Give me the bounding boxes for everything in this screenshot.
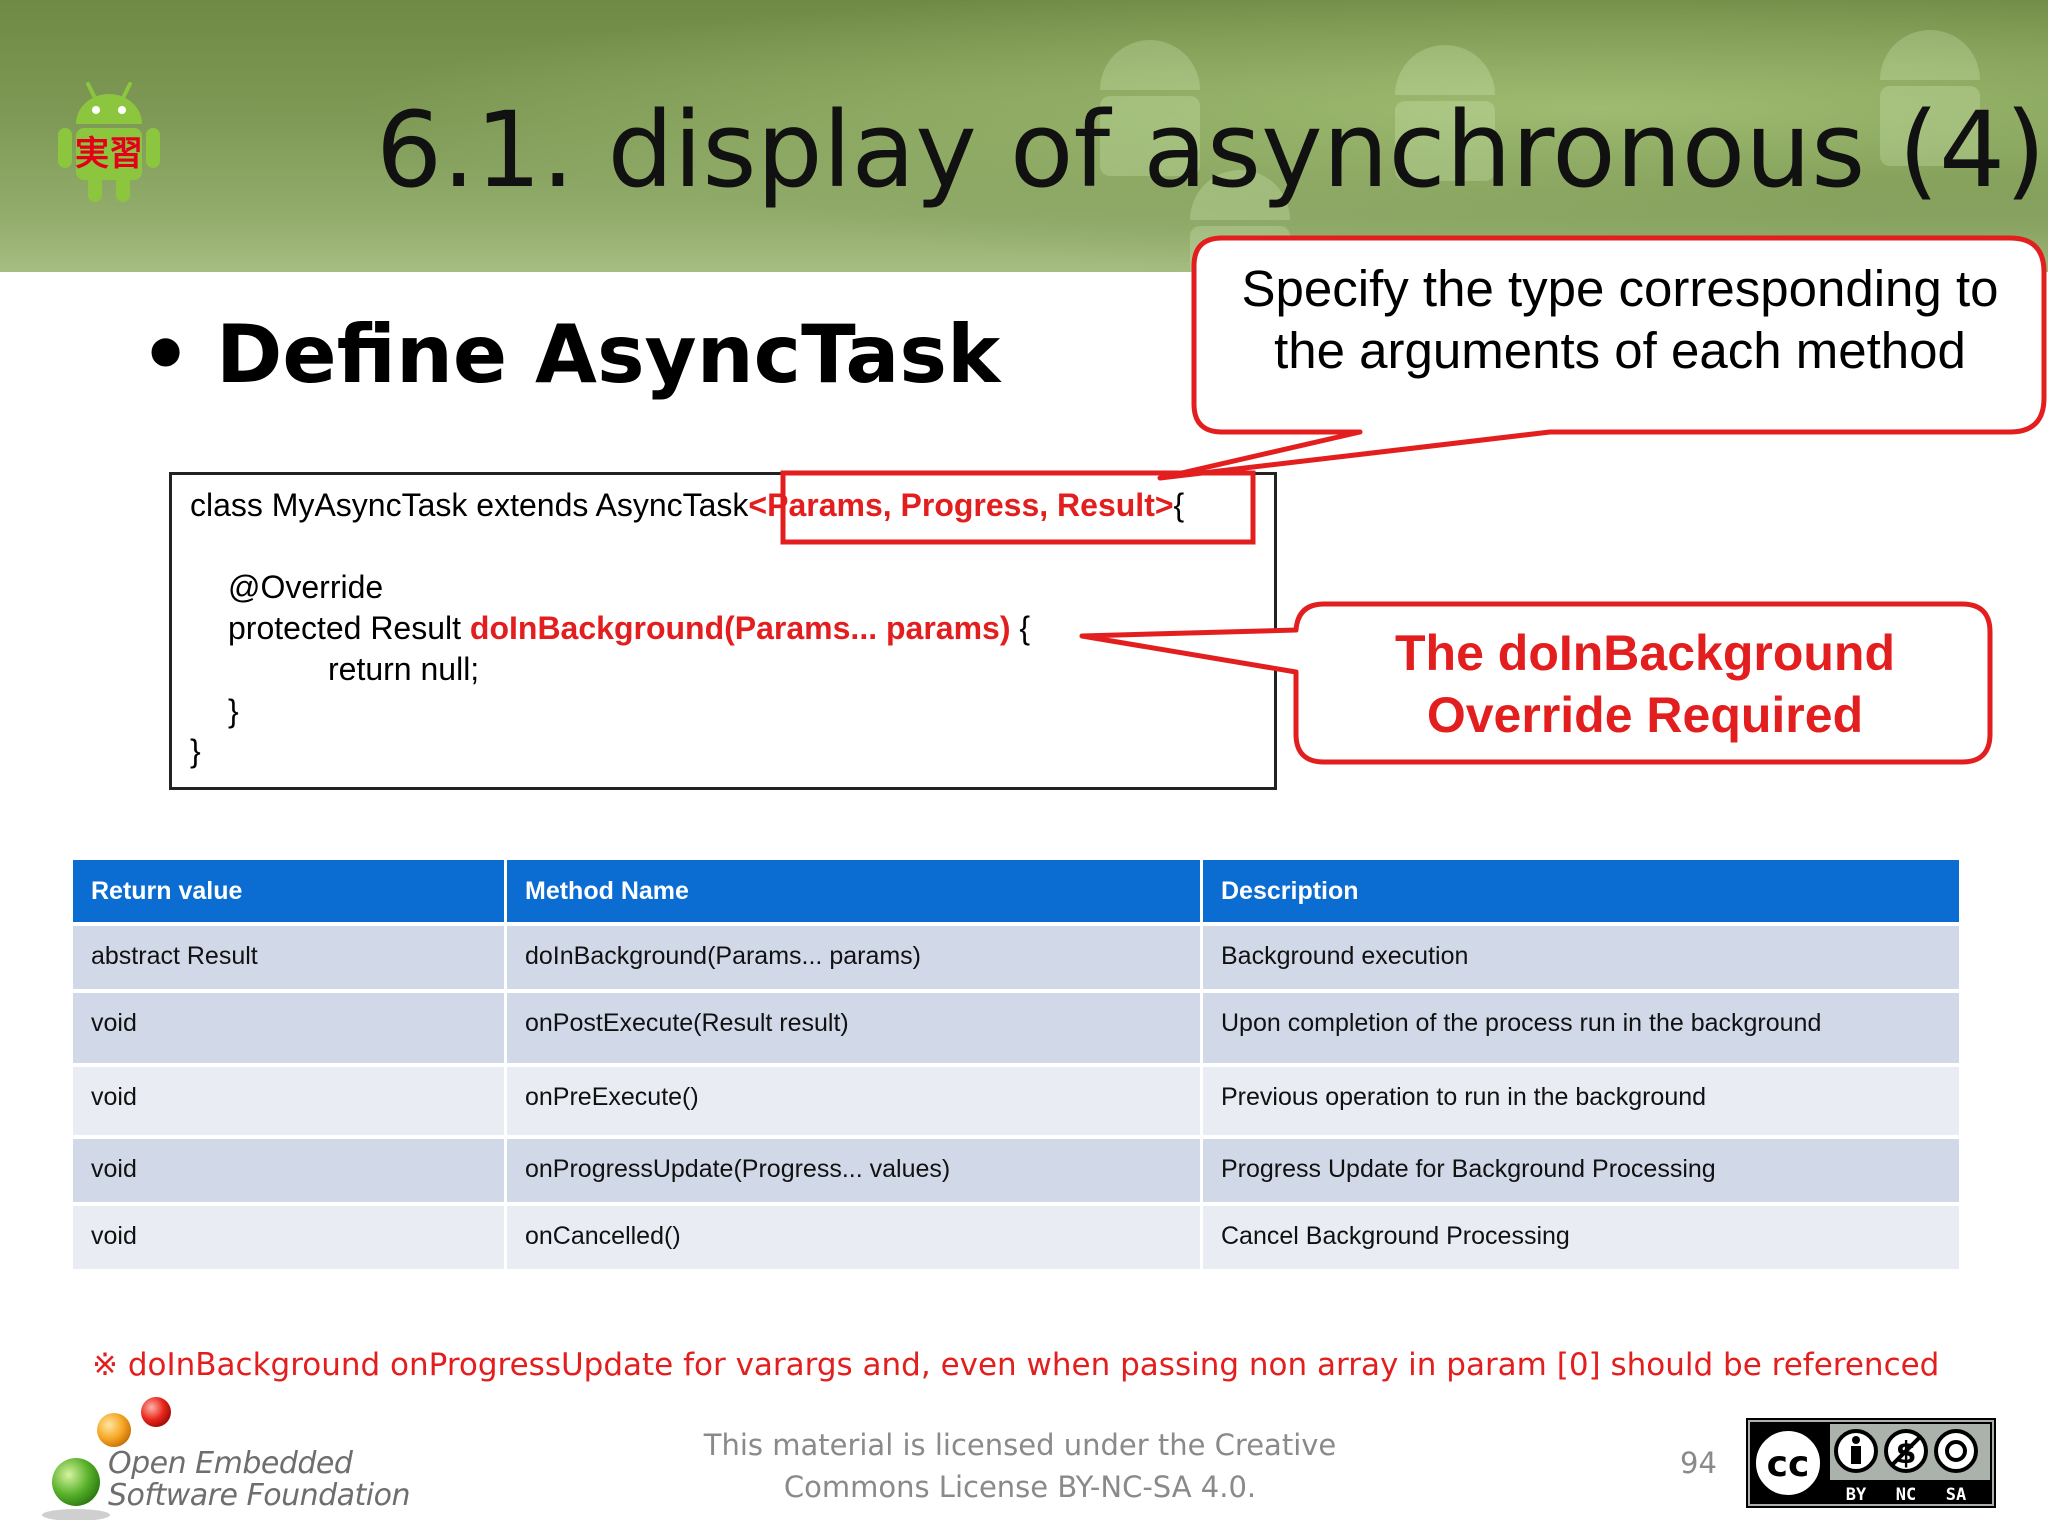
table-header-row: Return value Method Name Description xyxy=(73,860,1959,926)
cc-by-label: BY xyxy=(1846,1485,1867,1505)
cell-method-name: doInBackground(Params... params) xyxy=(507,926,1203,993)
bullet-text: Define AsyncTask xyxy=(216,308,1001,401)
cell-method-name: onPreExecute() xyxy=(507,1067,1203,1139)
code-line-class: class MyAsyncTask extends AsyncTask<Para… xyxy=(190,485,1184,525)
code-line-method: protected Result doInBackground(Params..… xyxy=(228,608,1030,648)
license-line1: This material is licensed under the Crea… xyxy=(703,1428,1337,1462)
code-class-decl: class MyAsyncTask extends AsyncTask xyxy=(190,487,749,523)
license-line2: Commons License BY-NC-SA 4.0. xyxy=(783,1470,1257,1504)
types-callout-text: Specify the type corresponding to the ar… xyxy=(1200,258,2040,382)
cc-mark-text: cc xyxy=(1767,1444,1810,1485)
code-generic-params: <Params, Progress, Result> xyxy=(748,487,1174,523)
header-return-value: Return value xyxy=(73,860,507,926)
cell-description: Previous operation to run in the backgro… xyxy=(1203,1067,1959,1139)
override-callout-line1: The doInBackground xyxy=(1395,625,1895,681)
code-open-brace: { xyxy=(1173,487,1185,523)
cc-sa-label: SA xyxy=(1946,1485,1966,1505)
code-line-close-method: } xyxy=(228,693,239,729)
code-line-close-class: } xyxy=(190,733,201,769)
cell-return-value: void xyxy=(73,1206,507,1273)
cc-license-badge-icon: cc $ BY NC SA xyxy=(1746,1418,1996,1508)
code-line-return: return null; xyxy=(328,651,480,687)
cell-description: Upon completion of the process run in th… xyxy=(1203,993,1959,1067)
table-row: void onPostExecute(Result result) Upon c… xyxy=(73,993,1959,1067)
cell-return-value: void xyxy=(73,1139,507,1206)
override-callout-line2: Override Required xyxy=(1426,687,1864,743)
cc-nc-label: NC xyxy=(1896,1485,1916,1505)
header-description: Description xyxy=(1203,860,1959,926)
methods-table: Return value Method Name Description abs… xyxy=(73,860,1959,1273)
bullet-dot: • xyxy=(140,308,192,401)
code-snippet-box: class MyAsyncTask extends AsyncTask<Para… xyxy=(169,472,1277,790)
cell-description: Progress Update for Background Processin… xyxy=(1203,1139,1959,1206)
oesf-line2: Software Foundation xyxy=(108,1478,411,1513)
cell-return-value: abstract Result xyxy=(73,926,507,993)
android-robot-icon: 実習 xyxy=(58,82,160,202)
override-callout-text: The doInBackground Override Required xyxy=(1300,622,1990,746)
table-row: abstract Result doInBackground(Params...… xyxy=(73,926,1959,993)
license-text: This material is licensed under the Crea… xyxy=(700,1424,1340,1508)
cell-return-value: void xyxy=(73,993,507,1067)
table-row: void onCancelled() Cancel Background Pro… xyxy=(73,1206,1959,1273)
logo-badge-text: 実習 xyxy=(75,134,143,174)
header-method-name: Method Name xyxy=(507,860,1203,926)
oesf-logo-text: Open Embedded Software Foundation xyxy=(108,1446,411,1513)
types-callout-line2: the arguments of each method xyxy=(1274,322,1966,379)
cell-description: Cancel Background Processing xyxy=(1203,1206,1959,1273)
cell-method-name: onCancelled() xyxy=(507,1206,1203,1273)
header-band: 6.1. display of asynchronous (4) xyxy=(0,0,2048,272)
oesf-line1: Open Embedded xyxy=(108,1446,353,1481)
code-method-brace: { xyxy=(1010,610,1031,646)
bullet-heading: • Define AsyncTask xyxy=(140,300,1000,410)
page-number: 94 xyxy=(1680,1446,1717,1480)
table-row: void onProgressUpdate(Progress... values… xyxy=(73,1139,1959,1206)
cell-description: Background execution xyxy=(1203,926,1959,993)
cell-return-value: void xyxy=(73,1067,507,1139)
code-return-type: protected Result xyxy=(228,610,470,646)
types-callout-line1: Specify the type corresponding to xyxy=(1241,260,1999,317)
cell-method-name: onProgressUpdate(Progress... values) xyxy=(507,1139,1203,1206)
varargs-note: ※ doInBackground onProgressUpdate for va… xyxy=(92,1347,1940,1383)
cell-method-name: onPostExecute(Result result) xyxy=(507,993,1203,1067)
code-line-annotation: @Override xyxy=(228,569,384,605)
table-row: void onPreExecute() Previous operation t… xyxy=(73,1067,1959,1139)
slide-title: 6.1. display of asynchronous (4) xyxy=(376,89,2046,211)
code-method-signature: doInBackground(Params... params) xyxy=(469,610,1011,646)
